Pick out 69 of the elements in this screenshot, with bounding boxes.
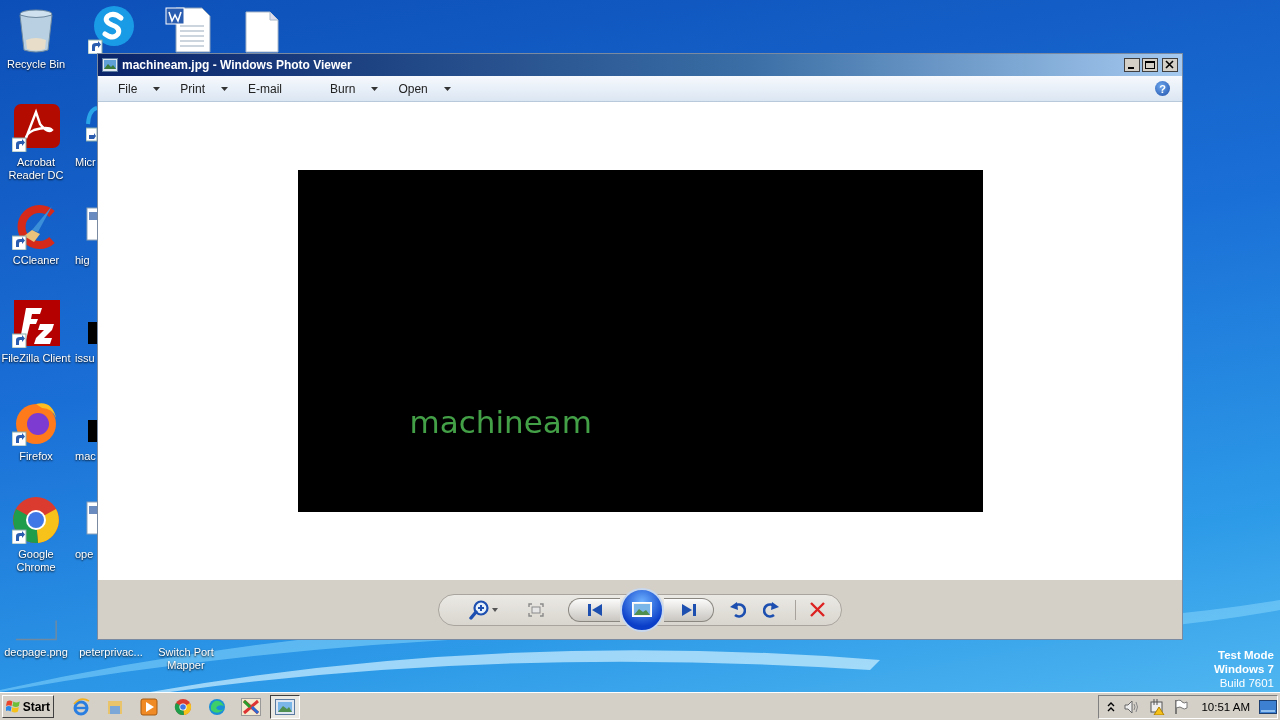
internet-explorer-icon [72, 697, 90, 716]
windows-logo-icon [6, 699, 21, 714]
caret-icon [443, 86, 451, 91]
icon-label[interactable]: mac [75, 450, 96, 463]
photo-viewer-icon [102, 58, 118, 72]
icon-label[interactable]: hig [75, 254, 90, 267]
toolbar-menu-button[interactable]: Print [174, 79, 235, 98]
start-button[interactable]: Start [2, 695, 54, 718]
icon-label[interactable]: peterprivac... [75, 646, 147, 659]
show-hidden-icons-button[interactable] [1107, 701, 1116, 712]
flag-icon[interactable] [1174, 699, 1189, 714]
caret-icon [153, 86, 161, 91]
caret-icon [371, 86, 379, 91]
maximize-button[interactable] [1142, 58, 1158, 72]
toolbar-menu-button[interactable]: Open [392, 79, 457, 98]
delete-button[interactable] [810, 602, 825, 617]
toolbar-menu-button[interactable]: Burn [324, 79, 385, 98]
toolbar-menu-button[interactable]: E-mail [242, 79, 289, 98]
icon-label[interactable]: Switch Port Mapper [150, 646, 222, 672]
icon-label[interactable]: Micr [75, 156, 96, 169]
close-button[interactable] [1162, 58, 1178, 72]
window-title: machineam.jpg - Windows Photo Viewer [122, 58, 353, 72]
icon-label[interactable]: Acrobat Reader DC [0, 156, 72, 182]
previous-icon [587, 603, 602, 616]
slideshow-icon [632, 602, 652, 617]
chrome-icon [174, 697, 192, 716]
show-desktop-button[interactable] [1259, 699, 1277, 714]
toolbar-menu-button[interactable]: File [112, 79, 167, 98]
caret-icon [492, 607, 498, 612]
speaker-icon[interactable] [1124, 699, 1141, 714]
icon-label[interactable]: Recycle Bin [0, 58, 72, 71]
next-icon [681, 603, 696, 616]
chrome-icon[interactable] [12, 496, 60, 544]
rotate-counterclockwise-button[interactable] [730, 601, 746, 618]
media-player-icon [140, 697, 158, 716]
minimize-button[interactable] [1124, 58, 1140, 72]
icon-label[interactable]: CCleaner [0, 254, 72, 267]
image-text: machineam [409, 404, 592, 440]
zoom-button[interactable] [469, 599, 498, 620]
icon-label[interactable]: Firefox [0, 450, 72, 463]
previous-button[interactable] [568, 597, 620, 622]
caret-icon [221, 86, 229, 91]
x-app-icon [241, 697, 261, 716]
slideshow-button[interactable] [620, 587, 664, 632]
blank-document-icon[interactable] [244, 10, 280, 54]
ftp-app-icon[interactable] [12, 300, 60, 348]
watermark-text: Windows 7 [1214, 662, 1274, 676]
photo-viewer-icon [275, 698, 295, 715]
document-icon[interactable] [86, 206, 97, 242]
browser-icon[interactable] [86, 106, 97, 142]
icon-label[interactable]: ope [75, 548, 94, 561]
rotate-clockwise-button[interactable] [763, 601, 779, 618]
icon-label[interactable]: Google Chrome [0, 548, 72, 574]
clock[interactable]: 10:51 AM [1201, 700, 1250, 713]
icon-label[interactable]: issu [75, 352, 95, 365]
watermark-text: Test Mode [1218, 648, 1274, 662]
skype-icon[interactable] [88, 6, 136, 54]
network-warning-icon[interactable] [1149, 698, 1166, 715]
next-button[interactable] [664, 597, 714, 622]
document-icon[interactable] [86, 500, 97, 536]
edge-icon [208, 697, 226, 716]
zoom-icon [469, 599, 489, 620]
icon-label[interactable]: FileZilla Client [0, 352, 72, 365]
icon-label[interactable]: decpage.png [0, 646, 72, 659]
help-button[interactable]: ? [1155, 81, 1170, 96]
taskbar-button[interactable] [270, 694, 300, 719]
word-document-icon[interactable] [164, 6, 212, 54]
watermark-text: Build 7601 [1219, 676, 1274, 690]
pdf-app-icon[interactable] [12, 104, 60, 152]
